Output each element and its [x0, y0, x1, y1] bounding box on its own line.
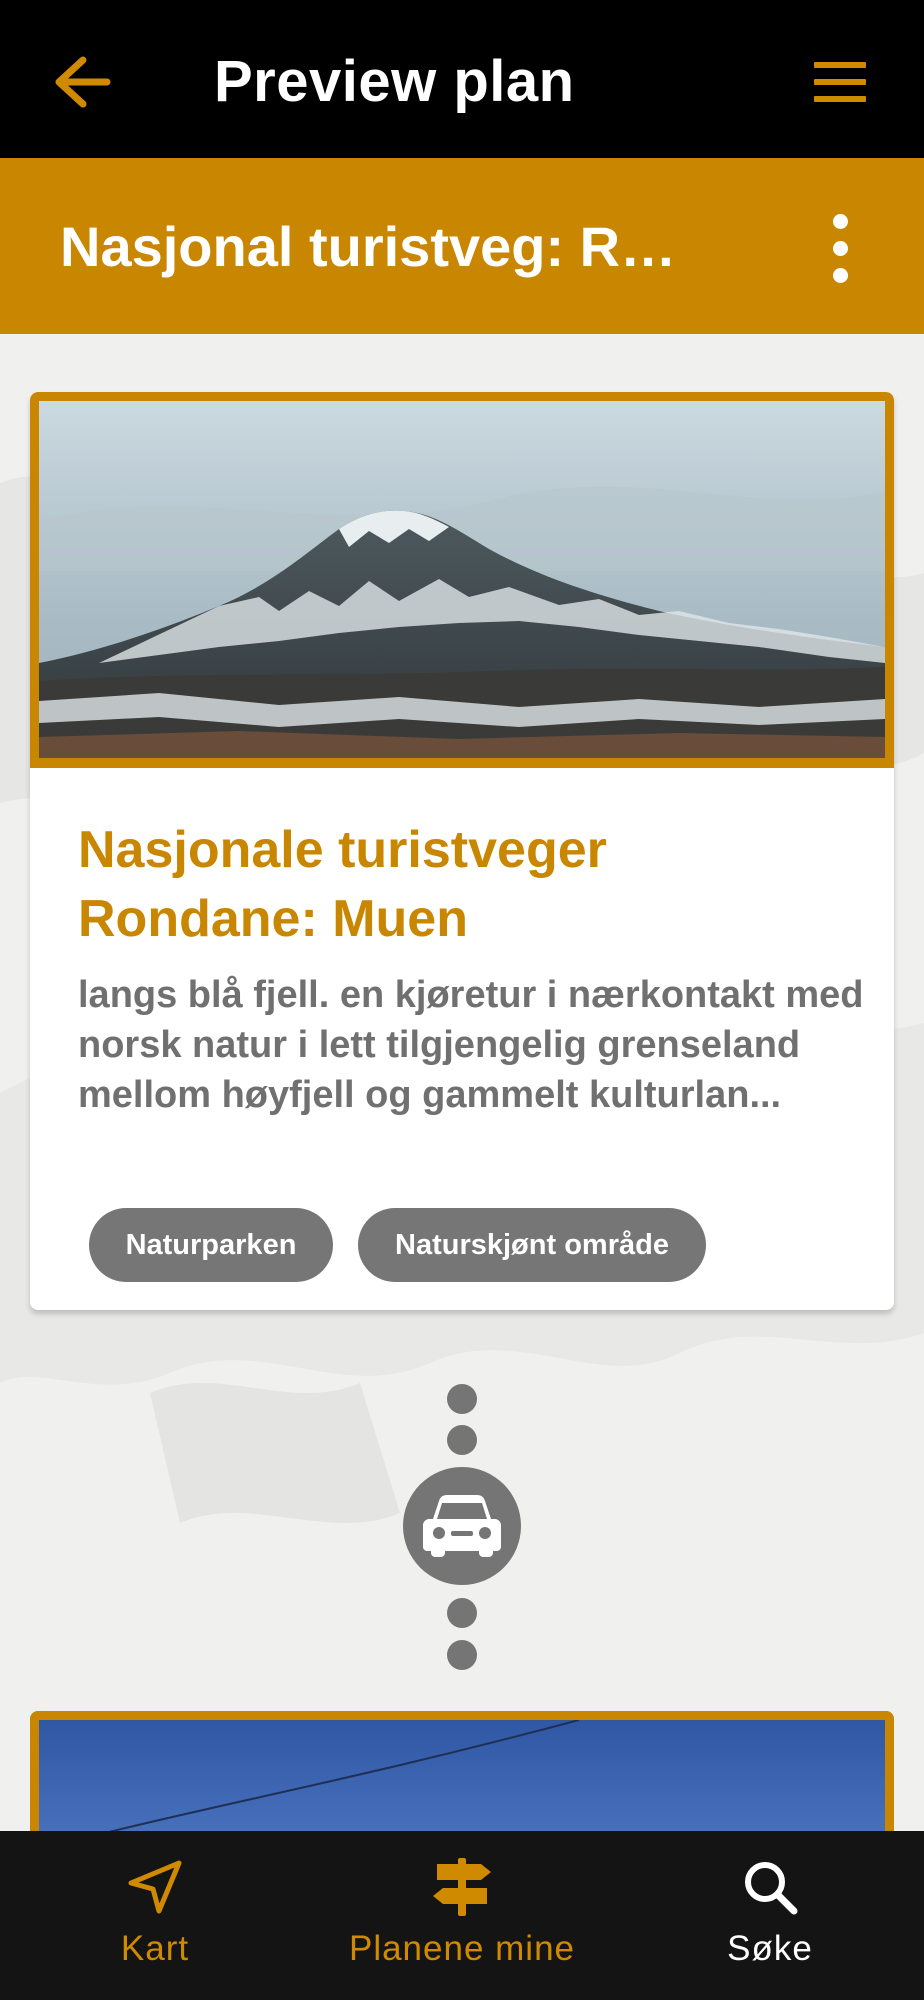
mountain-image	[39, 401, 885, 758]
transport-mode-button[interactable]	[403, 1467, 521, 1585]
nav-label-soke: Søke	[727, 1929, 813, 1968]
destination-card[interactable]: Nasjonale turistveger Rondane: Muen lang…	[30, 392, 894, 1310]
card-description: langs blå fjell. en kjøretur i nærkontak…	[78, 974, 864, 1116]
nav-item-kart[interactable]: Kart	[60, 1831, 250, 2000]
nav-label-kart: Kart	[120, 1929, 190, 1968]
tag-naturparken[interactable]: Naturparken	[89, 1208, 333, 1282]
top-app-bar: Preview plan	[0, 0, 924, 158]
destination-photo	[30, 392, 894, 768]
connector-dot	[447, 1425, 477, 1455]
arrow-left-icon	[55, 56, 111, 108]
hamburger-menu-button[interactable]	[810, 56, 870, 108]
more-vertical-icon	[833, 214, 848, 229]
nav-item-soke[interactable]: Søke	[690, 1831, 850, 2000]
card-title[interactable]: Nasjonale turistveger Rondane: Muen	[78, 816, 848, 954]
menu-icon	[814, 62, 866, 68]
connector-dot	[447, 1640, 477, 1670]
search-icon	[738, 1855, 802, 1919]
plan-header: Nasjonal turistveg: Rondane	[0, 158, 924, 334]
signpost-icon	[430, 1855, 494, 1919]
connector-dot	[447, 1598, 477, 1628]
navigation-arrow-icon	[123, 1855, 187, 1919]
nav-item-planene-mine[interactable]: Planene mine	[332, 1831, 592, 2000]
car-icon	[423, 1495, 501, 1557]
app-screen: Preview plan Nasjonal turistveg: Rondane	[0, 0, 924, 2000]
tag-naturskjont-omrade[interactable]: Naturskjønt område	[358, 1208, 706, 1282]
connector-dot	[447, 1384, 477, 1414]
back-button[interactable]	[50, 50, 114, 114]
nav-label-planene-mine: Planene mine	[348, 1929, 576, 1968]
bottom-navigation: Kart Planene mine Søke	[0, 1831, 924, 2000]
page-title: Preview plan	[214, 49, 575, 114]
more-options-button[interactable]	[826, 214, 856, 284]
plan-title: Nasjonal turistveg: Rondane	[60, 215, 710, 278]
